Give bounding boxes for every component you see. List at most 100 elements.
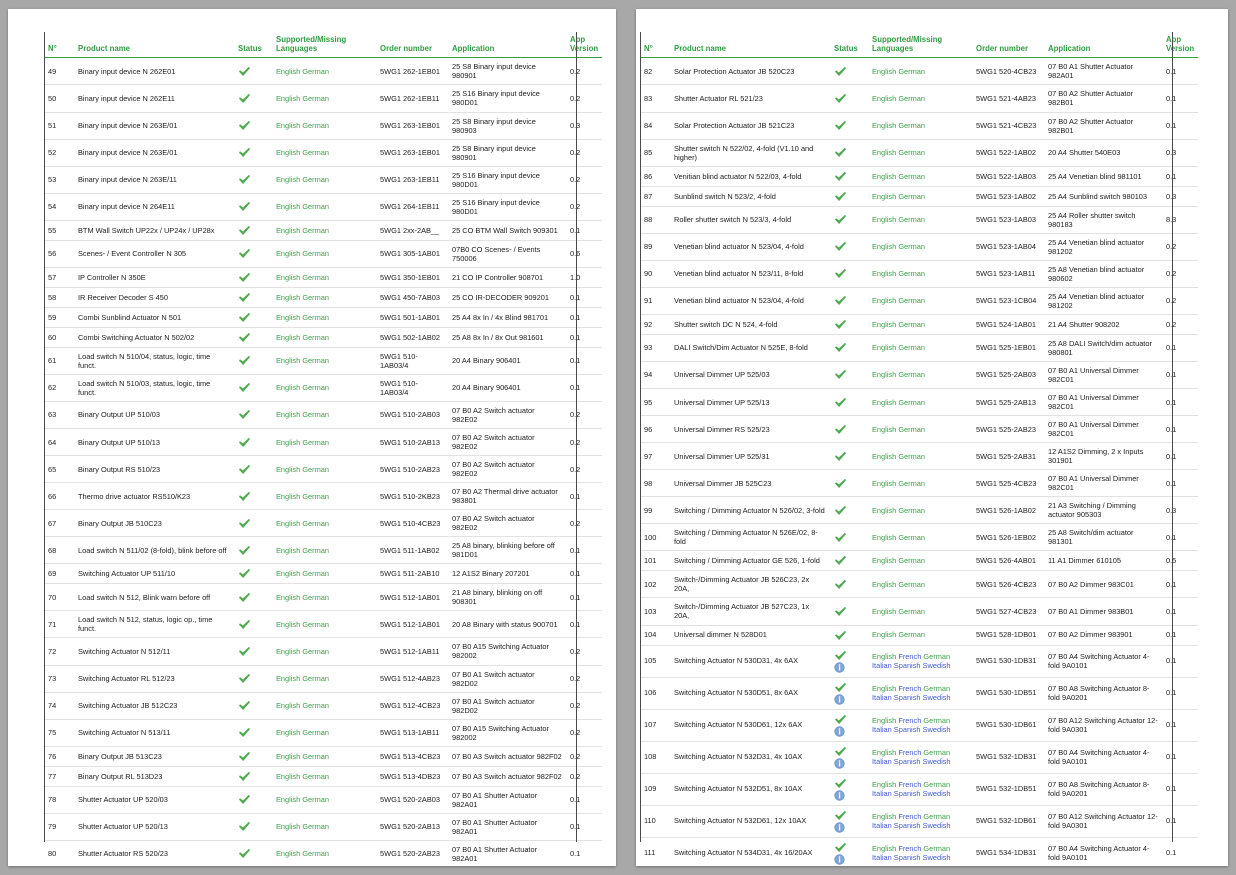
application-name: 07 B0 A3 Switch actuator 982F02 (448, 746, 566, 766)
check-icon (238, 700, 251, 711)
column-header-ver: App Version (1162, 32, 1198, 58)
languages-cell: English German (272, 166, 376, 193)
application-name: 07 B0 A1 Switch actuator 982D02 (448, 665, 566, 692)
info-icon[interactable] (834, 790, 845, 801)
order-number: 5WG1 534-1DB31 (972, 837, 1044, 866)
row-number: 62 (44, 374, 74, 401)
application-name: 07 B0 A1 Shutter Actuator 982A01 (1044, 58, 1162, 85)
product-name: Roller shutter switch N 523/3, 4-fold (670, 206, 830, 233)
language-token: German (302, 175, 329, 184)
application-name: 07 B0 A1 Universal Dimmer 982C01 (1044, 470, 1162, 497)
language-token: German (302, 121, 329, 130)
application-name: 25 S8 Binary input device 980901 (448, 58, 566, 85)
table-row: 69Switching Actuator UP 511/10English Ge… (44, 564, 602, 584)
app-version: 0.1 (1162, 837, 1198, 866)
language-token: German (302, 647, 329, 656)
status-cell (234, 665, 272, 692)
product-name: Switching / Dimming Actuator N 526/02, 3… (670, 497, 830, 524)
info-icon[interactable] (834, 726, 845, 737)
language-token: French (898, 780, 921, 789)
language-line: English German (872, 94, 968, 103)
status-cell (830, 571, 868, 598)
application-name: 20 A4 Binary 906401 (448, 347, 566, 374)
table-row: 77Binary Output RL 513D23English German5… (44, 766, 602, 786)
row-number: 89 (640, 233, 670, 260)
application-name: 07 B0 A1 Shutter Actuator 982A01 (448, 786, 566, 813)
language-token: English (872, 580, 896, 589)
order-number: 5WG1 525-2AB31 (972, 443, 1044, 470)
table-row: 52Binary input device N 263E/01English G… (44, 139, 602, 166)
product-name: Universal Dimmer JB 525C23 (670, 470, 830, 497)
language-line: English German (276, 674, 372, 683)
check-icon (834, 842, 847, 853)
app-version: 0.2 (566, 766, 602, 786)
row-number: 105 (640, 645, 670, 677)
column-header-order: Order number (972, 32, 1044, 58)
table-row: 55BTM Wall Switch UP22x / UP24x / UP28xE… (44, 220, 602, 240)
language-token: Italian (872, 853, 892, 862)
check-icon (834, 746, 847, 757)
info-icon[interactable] (834, 822, 845, 833)
status-cell (234, 58, 272, 85)
language-token: English (276, 593, 300, 602)
product-name: Universal dimmer N 528D01 (670, 625, 830, 645)
order-number: 5WG1 521-4AB23 (972, 85, 1044, 112)
order-number: 5WG1 523-1AB04 (972, 233, 1044, 260)
row-number: 76 (44, 746, 74, 766)
order-number: 5WG1 262-1EB11 (376, 85, 448, 112)
language-token: English (872, 506, 896, 515)
app-version: 0.2 (566, 456, 602, 483)
table-left-rule (44, 32, 45, 842)
language-token: Spanish (894, 821, 921, 830)
status-cell (234, 401, 272, 428)
language-token: French (898, 812, 921, 821)
status-cell (234, 220, 272, 240)
app-version: 0.1 (566, 840, 602, 866)
table-body-right: 82Solar Protection Actuator JB 520C23Eng… (640, 58, 1198, 866)
info-icon[interactable] (834, 854, 845, 865)
application-name: 20 A4 Binary 906401 (448, 374, 566, 401)
row-number: 50 (44, 85, 74, 112)
language-token: German (302, 273, 329, 282)
languages-cell: English French GermanItalian Spanish Swe… (868, 741, 972, 773)
language-token: English (872, 652, 896, 661)
language-token: English (276, 822, 300, 831)
check-icon (238, 93, 251, 104)
info-icon[interactable] (834, 694, 845, 705)
language-line: English German (276, 752, 372, 761)
table-row: 90Venetian blind actuator N 523/11, 8-fo… (640, 260, 1198, 287)
language-token: Italian (872, 725, 892, 734)
info-icon[interactable] (834, 662, 845, 673)
status-cell (234, 267, 272, 287)
language-line: English German (872, 67, 968, 76)
product-name: Solar Protection Actuator JB 521C23 (670, 112, 830, 139)
language-token: French (898, 684, 921, 693)
app-version: 0.6 (566, 240, 602, 267)
product-name: Binary Output RL 513D23 (74, 766, 234, 786)
row-number: 83 (640, 85, 670, 112)
info-icon[interactable] (834, 758, 845, 769)
check-icon (834, 171, 847, 182)
language-line: Italian Spanish Swedish (872, 661, 968, 670)
row-number: 80 (44, 840, 74, 866)
product-name: Universal Dimmer UP 525/31 (670, 443, 830, 470)
row-number: 71 (44, 611, 74, 638)
languages-cell: English German (868, 314, 972, 334)
table-row: 87Sunblind switch N 523/2, 4-foldEnglish… (640, 186, 1198, 206)
language-token: German (898, 192, 925, 201)
languages-cell: English German (868, 416, 972, 443)
row-number: 94 (640, 361, 670, 388)
app-version: 0.2 (566, 401, 602, 428)
languages-cell: English German (868, 389, 972, 416)
status-cell (830, 314, 868, 334)
order-number: 5WG1 263-1EB11 (376, 166, 448, 193)
status-cell (830, 166, 868, 186)
languages-cell: English German (272, 267, 376, 287)
row-number: 97 (640, 443, 670, 470)
language-token: German (302, 148, 329, 157)
languages-cell: English German (868, 139, 972, 166)
status-cell (830, 416, 868, 443)
table-right-rule (1172, 32, 1173, 842)
table-row: 59Combi Sunblind Actuator N 501English G… (44, 307, 602, 327)
language-token: German (898, 479, 925, 488)
